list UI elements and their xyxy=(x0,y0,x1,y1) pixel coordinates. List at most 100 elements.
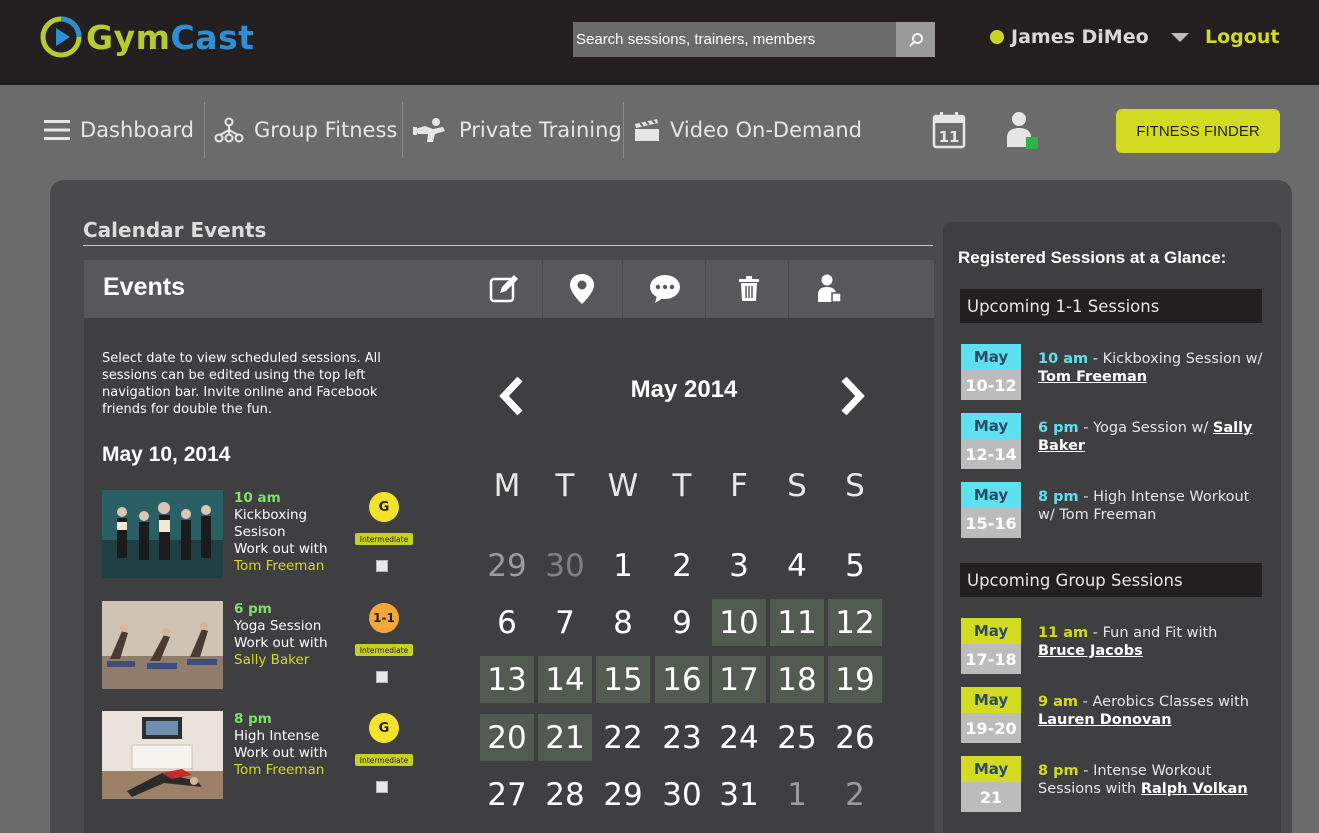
calendar-day[interactable]: 2 xyxy=(655,542,709,589)
session-trainer[interactable]: Tom Freeman xyxy=(234,558,328,575)
edit-button[interactable] xyxy=(464,260,544,318)
invite-button[interactable] xyxy=(790,260,870,318)
calendar-day[interactable]: 27 xyxy=(480,771,534,818)
session-trainer[interactable]: Tom Freeman xyxy=(234,762,328,779)
session-checkbox[interactable] xyxy=(376,560,388,572)
reg-trainer-link[interactable]: Tom Freeman xyxy=(1038,369,1147,385)
calendar-day-highlighted[interactable]: 18 xyxy=(770,656,824,703)
registered-session-item[interactable]: May 15-16 8 pm - High Intense Workout w/… xyxy=(961,482,1261,540)
calendar-day-outside[interactable]: 29 xyxy=(480,542,534,589)
calendar-day-highlighted[interactable]: 14 xyxy=(538,656,592,703)
reg-trainer-link[interactable]: Bruce Jacobs xyxy=(1038,643,1143,659)
calendar-day[interactable]: 3 xyxy=(712,542,766,589)
registered-session-item[interactable]: May 17-18 11 am - Fun and Fit with Bruce… xyxy=(961,618,1261,676)
reg-trainer-link[interactable]: Ralph Volkan xyxy=(1141,781,1248,797)
user-status-icon xyxy=(1007,112,1038,149)
calendar-day-highlighted[interactable]: 15 xyxy=(596,656,650,703)
delete-button[interactable] xyxy=(709,260,789,318)
location-button[interactable] xyxy=(542,260,622,318)
calendar-day[interactable]: 24 xyxy=(712,714,766,761)
nav-group-fitness[interactable]: Group Fitness xyxy=(214,102,397,158)
user-add-icon xyxy=(818,274,842,303)
calendar-month-title: May 2014 xyxy=(630,376,738,403)
calendar-day[interactable]: 26 xyxy=(828,714,882,761)
nav-private-training[interactable]: Private Training xyxy=(413,102,622,158)
calendar-day-highlighted[interactable]: 13 xyxy=(480,656,534,703)
nav-video-on-demand[interactable]: Video On-Demand xyxy=(634,102,862,158)
calendar-day-highlighted[interactable]: 19 xyxy=(828,656,882,703)
calendar-day-highlighted[interactable]: 10 xyxy=(712,599,766,646)
nav-profile[interactable] xyxy=(1005,111,1041,155)
calendar-day[interactable]: 5 xyxy=(828,542,882,589)
registered-session-item[interactable]: May 21 8 pm - Intense Workout Sessions w… xyxy=(961,756,1261,814)
calendar-day-outside[interactable]: 1 xyxy=(770,771,824,818)
calendar-day[interactable]: 9 xyxy=(655,599,709,646)
chat-bubble-icon xyxy=(650,275,680,303)
calendar-day[interactable]: 23 xyxy=(655,714,709,761)
session-time: 8 pm xyxy=(234,711,272,727)
session-details: 8 pm High Intense Work out with Tom Free… xyxy=(234,711,328,779)
calendar-day[interactable]: 6 xyxy=(480,599,534,646)
date-chip: May 21 xyxy=(961,756,1021,812)
gymcast-logo[interactable]: GymCast xyxy=(40,16,254,58)
reg-time: 10 am xyxy=(1038,351,1089,367)
chip-month: May xyxy=(961,618,1021,644)
user-menu[interactable]: James DiMeo xyxy=(990,26,1189,48)
registered-session-item[interactable]: May 12-14 6 pm - Yoga Session w/ Sally B… xyxy=(961,413,1261,471)
logout-link[interactable]: Logout xyxy=(1205,26,1279,48)
top-header: GymCast James DiMeo Logout xyxy=(0,0,1319,85)
chevron-down-icon[interactable] xyxy=(1170,32,1189,42)
session-checkbox[interactable] xyxy=(376,671,388,683)
session-item[interactable]: 6 pm Yoga Session Work out with Sally Ba… xyxy=(102,601,422,691)
session-details: 10 am Kickboxing Sesison Work out with T… xyxy=(234,490,328,575)
sidebar-title: Registered Sessions at a Glance: xyxy=(958,248,1227,267)
search-icon xyxy=(908,32,923,47)
nav-dashboard[interactable]: Dashboard xyxy=(44,102,194,158)
registered-session-item[interactable]: May 19-20 9 am - Aerobics Classes with L… xyxy=(961,687,1261,745)
edit-icon xyxy=(489,275,518,303)
search-button[interactable] xyxy=(896,22,935,57)
registered-session-item[interactable]: May 10-12 10 am - Kickboxing Session w/ … xyxy=(961,344,1262,402)
chip-month: May xyxy=(961,687,1021,713)
reg-trainer-link[interactable]: Lauren Donovan xyxy=(1038,712,1172,728)
nav-calendar[interactable]: 11 xyxy=(932,111,966,153)
calendar-day[interactable]: 28 xyxy=(538,771,592,818)
session-item[interactable]: 8 pm High Intense Work out with Tom Free… xyxy=(102,711,422,801)
calendar-day[interactable]: 29 xyxy=(596,771,650,818)
group-network-icon xyxy=(214,117,244,143)
calendar-day-highlighted[interactable]: 11 xyxy=(770,599,824,646)
calendar-day-highlighted[interactable]: 20 xyxy=(480,714,534,761)
next-month-button[interactable] xyxy=(838,376,866,420)
calendar-day[interactable]: 31 xyxy=(712,771,766,818)
weekday-header: S xyxy=(787,468,807,504)
calendar-day-outside[interactable]: 30 xyxy=(538,542,592,589)
session-checkbox[interactable] xyxy=(376,781,388,793)
fitness-finder-button[interactable]: FITNESS FINDER xyxy=(1116,109,1280,153)
play-icon xyxy=(40,16,82,58)
calendar-day[interactable]: 30 xyxy=(655,771,709,818)
calendar-day-highlighted[interactable]: 16 xyxy=(655,656,709,703)
nav-divider xyxy=(623,102,624,158)
events-body: Select date to view scheduled sessions. … xyxy=(84,318,934,833)
search-input[interactable] xyxy=(573,22,896,57)
calendar-day[interactable]: 4 xyxy=(770,542,824,589)
chip-month: May xyxy=(961,482,1021,508)
prev-month-button[interactable] xyxy=(498,376,526,420)
calendar-day-highlighted[interactable]: 21 xyxy=(538,714,592,761)
calendar-day[interactable]: 7 xyxy=(538,599,592,646)
session-trainer[interactable]: Sally Baker xyxy=(234,652,328,669)
calendar-day-outside[interactable]: 2 xyxy=(828,771,882,818)
chip-dates: 10-12 xyxy=(961,370,1021,400)
calendar-day[interactable]: 25 xyxy=(770,714,824,761)
calendar-day-highlighted[interactable]: 17 xyxy=(712,656,766,703)
date-chip: May 12-14 xyxy=(961,413,1021,469)
level-badge: Intermediate xyxy=(355,644,413,656)
section-title: Calendar Events xyxy=(83,218,267,242)
calendar-day[interactable]: 8 xyxy=(596,599,650,646)
session-item[interactable]: 10 am Kickboxing Sesison Work out with T… xyxy=(102,490,422,580)
calendar-day[interactable]: 1 xyxy=(596,542,650,589)
calendar-day-highlighted[interactable]: 12 xyxy=(828,599,882,646)
comment-button[interactable] xyxy=(625,260,705,318)
calendar-day[interactable]: 22 xyxy=(596,714,650,761)
yoga-photo xyxy=(102,601,223,689)
